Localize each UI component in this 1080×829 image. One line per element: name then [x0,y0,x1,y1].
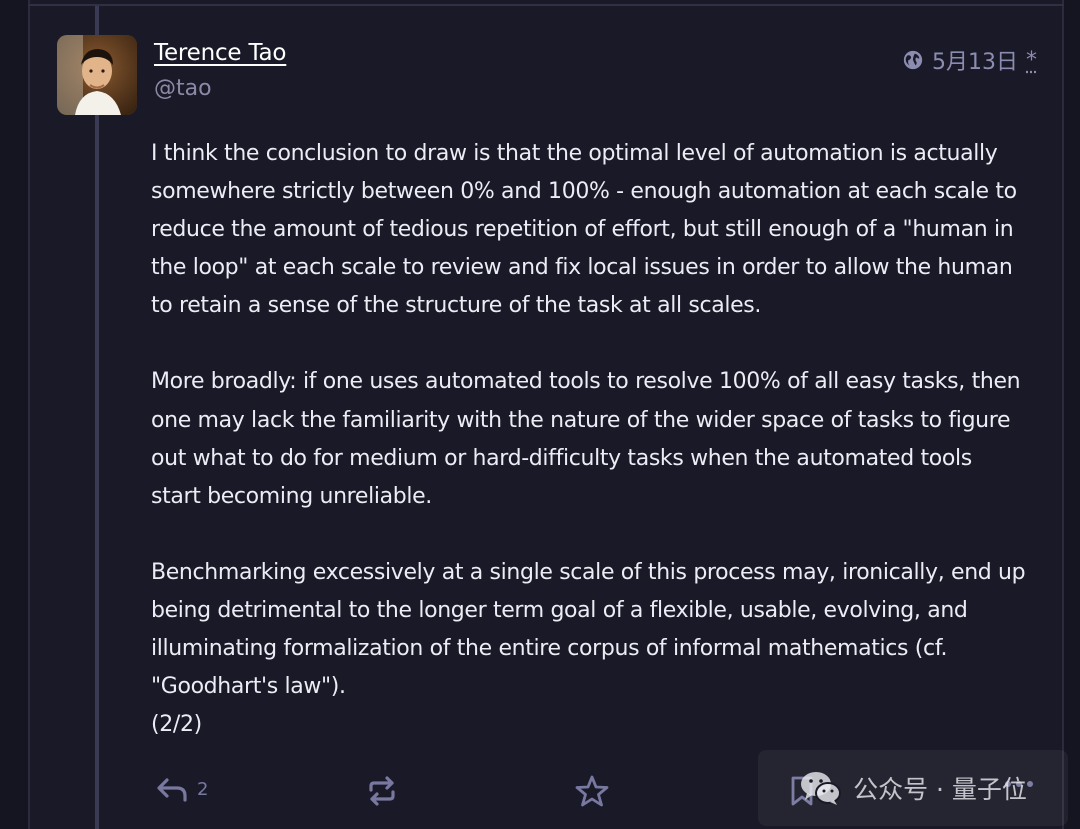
paragraph-1: I think the conclusion to draw is that t… [151,141,1017,319]
thread-line-bottom [95,114,99,829]
reply-button[interactable]: 2 [155,774,208,804]
author-block: Terence Tao @tao [154,40,286,101]
watermark-text: 公众号 · 量子位 [853,775,1027,804]
thread-line-top [95,6,99,36]
paragraph-2: More broadly: if one uses automated tool… [151,369,1021,509]
star-icon [575,775,609,807]
wechat-icon [801,772,842,805]
watermark: 公众号 · 量子位 [758,750,1068,826]
globe-icon [903,50,923,70]
reply-icon [157,778,187,802]
avatar-image [57,35,137,115]
boost-button[interactable] [365,774,399,808]
boost-icon [369,776,395,806]
edited-marker[interactable]: * [1026,48,1037,73]
paragraph-3: Benchmarking excessively at a single sca… [151,559,1026,738]
post-timestamp[interactable]: 5月13日 * [902,44,1037,76]
timestamp-date: 5月13日 [932,50,1018,75]
author-handle[interactable]: @tao [154,76,286,101]
top-divider [28,4,1064,6]
post-content: I think the conclusion to draw is that t… [151,135,1051,782]
reply-count: 2 [197,778,209,800]
favourite-button[interactable] [575,774,609,808]
author-display-name[interactable]: Terence Tao [154,40,286,66]
avatar[interactable] [57,35,137,115]
